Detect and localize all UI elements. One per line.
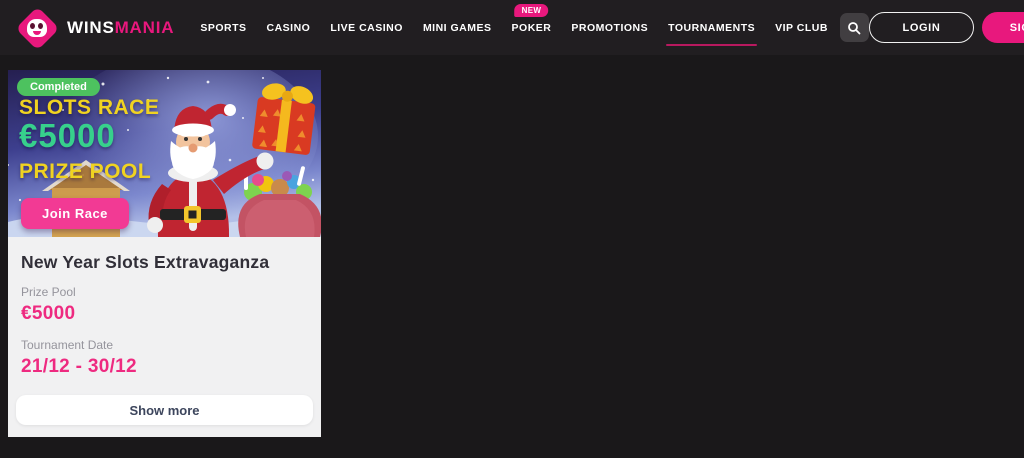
status-badge: Completed bbox=[17, 78, 100, 96]
nav-item-poker[interactable]: NEW POKER bbox=[512, 16, 552, 40]
nav-item-promotions[interactable]: PROMOTIONS bbox=[571, 16, 648, 40]
auth-buttons: LOGIN SIGN UP bbox=[869, 12, 1024, 43]
nav-item-mini-games[interactable]: MINI GAMES bbox=[423, 16, 492, 40]
brand-wordmark: WINSMANIA bbox=[67, 18, 174, 38]
signup-button[interactable]: SIGN UP bbox=[982, 12, 1024, 43]
show-more-button[interactable]: Show more bbox=[16, 395, 313, 425]
new-badge: NEW bbox=[515, 4, 549, 17]
header: WINSMANIA SPORTS CASINO LIVE CASINO MINI… bbox=[0, 0, 1024, 55]
login-button[interactable]: LOGIN bbox=[869, 12, 974, 43]
tournament-banner: Completed SLOTS RACE €5000 PRIZE POOL Jo… bbox=[8, 70, 321, 237]
brand-second: MANIA bbox=[115, 18, 175, 37]
banner-subline: PRIZE POOL bbox=[19, 160, 151, 184]
brand-first: WINS bbox=[67, 18, 115, 37]
nav-item-casino[interactable]: CASINO bbox=[267, 16, 311, 40]
prize-pool-value: €5000 bbox=[16, 302, 313, 326]
banner-prize-amount: €5000 bbox=[19, 117, 116, 155]
tournament-card-body: New Year Slots Extravaganza Prize Pool €… bbox=[8, 237, 321, 437]
join-race-button[interactable]: Join Race bbox=[21, 198, 129, 229]
nav-item-poker-label: POKER bbox=[512, 22, 552, 34]
brand-logo[interactable]: WINSMANIA bbox=[15, 6, 174, 50]
tournament-title: New Year Slots Extravaganza bbox=[16, 251, 313, 273]
nav-item-live-casino[interactable]: LIVE CASINO bbox=[330, 16, 403, 40]
tournament-date-label: Tournament Date bbox=[16, 338, 313, 352]
search-button[interactable] bbox=[840, 13, 869, 42]
nav-item-tournaments[interactable]: TOURNAMENTS bbox=[668, 16, 755, 40]
main-nav: SPORTS CASINO LIVE CASINO MINI GAMES NEW… bbox=[200, 16, 828, 40]
tournament-date-value: 21/12 - 30/12 bbox=[16, 355, 313, 379]
search-icon bbox=[847, 21, 861, 35]
prize-pool-label: Prize Pool bbox=[16, 285, 313, 299]
nav-item-sports[interactable]: SPORTS bbox=[200, 16, 246, 40]
joker-diamond-icon bbox=[15, 6, 59, 50]
tournament-card: Completed SLOTS RACE €5000 PRIZE POOL Jo… bbox=[8, 70, 321, 437]
nav-item-vip-club[interactable]: VIP CLUB bbox=[775, 16, 828, 40]
tournaments-page: Completed SLOTS RACE €5000 PRIZE POOL Jo… bbox=[0, 55, 1024, 437]
